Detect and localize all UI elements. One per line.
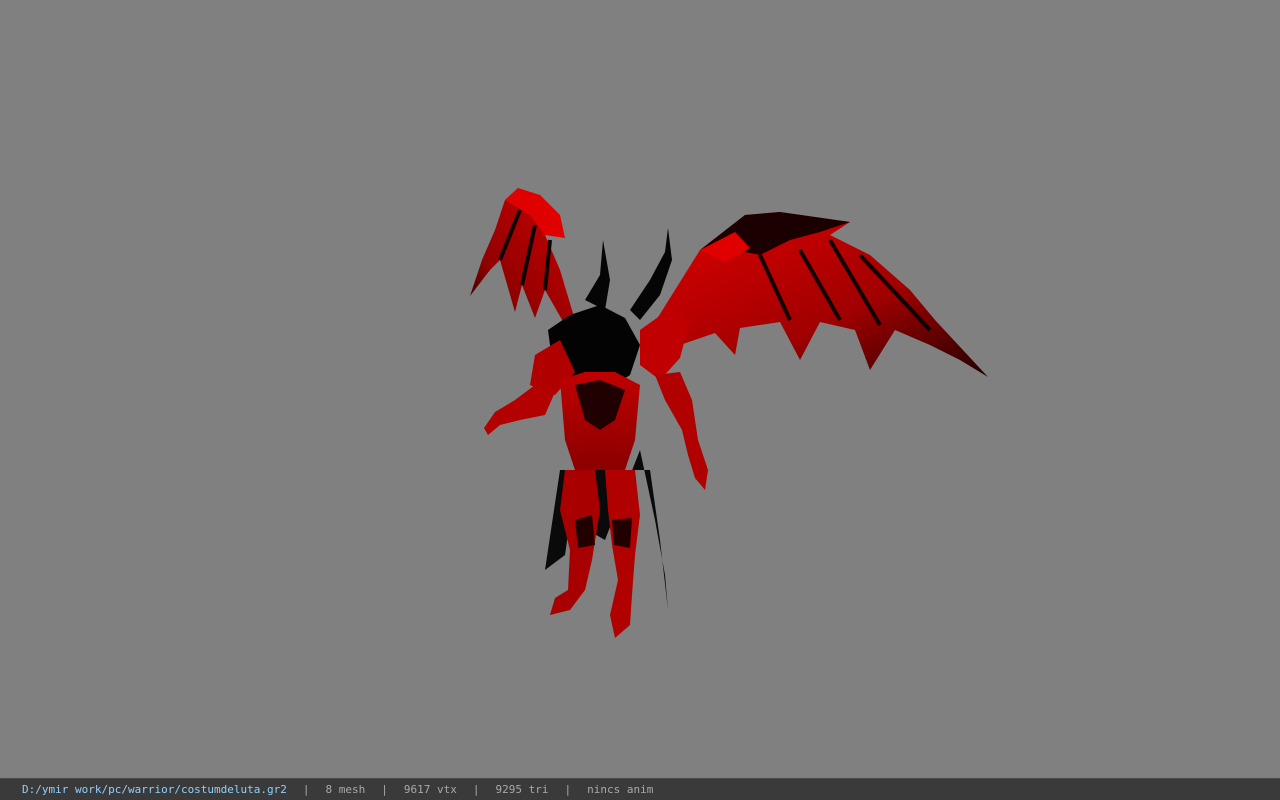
mesh-count: 8 mesh	[325, 783, 366, 796]
3d-viewport[interactable]	[0, 0, 1280, 778]
file-path: D:/ymir work/pc/warrior/costumdeluta.gr2	[22, 783, 287, 796]
status-separator: |	[302, 783, 310, 796]
status-separator: |	[472, 783, 480, 796]
model-render	[470, 188, 988, 638]
status-separator: |	[564, 783, 572, 796]
status-bar: D:/ymir work/pc/warrior/costumdeluta.gr2…	[0, 778, 1280, 800]
left-wing	[470, 188, 575, 325]
animation-status: nincs anim	[587, 783, 654, 796]
status-separator: |	[381, 783, 388, 796]
triangle-count: 9295 tri	[495, 783, 549, 796]
vertex-count: 9617 vtx	[403, 783, 457, 796]
right-wing	[650, 212, 988, 377]
